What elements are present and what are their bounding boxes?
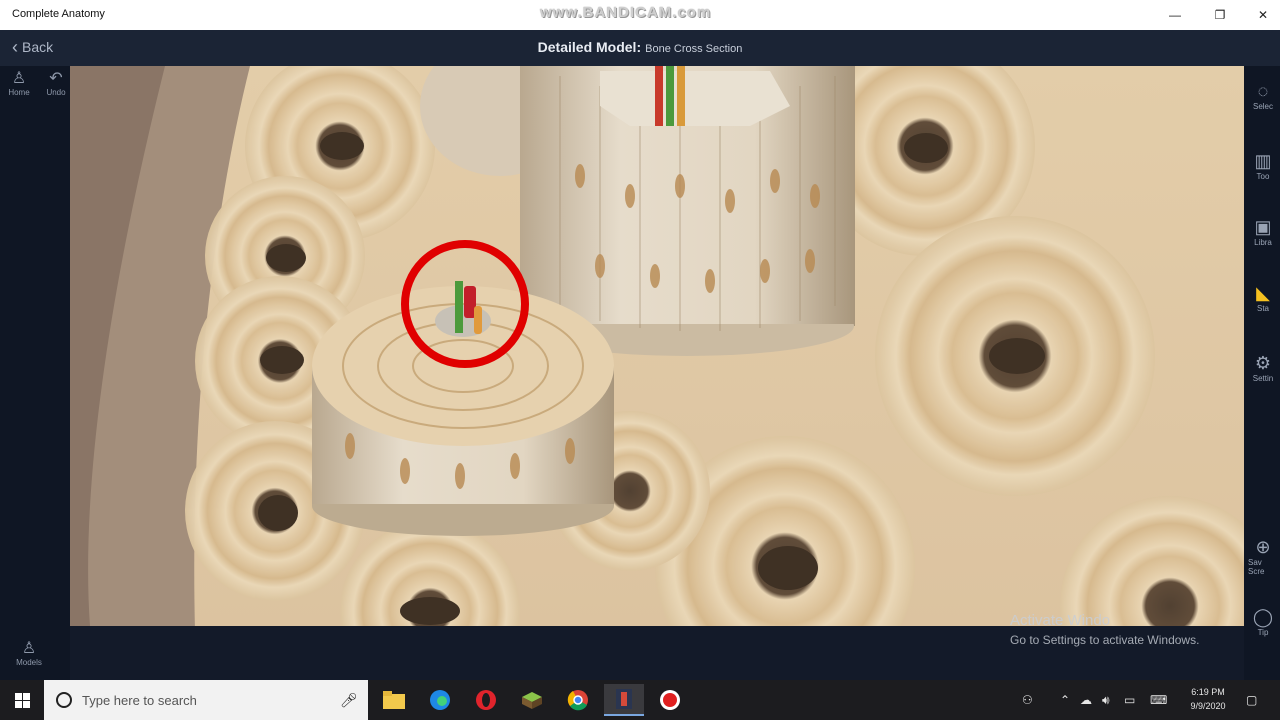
tips-label: Tip bbox=[1257, 628, 1269, 637]
taskbar: 🎤︎ ⚇ ⌃ ☁ 🔊︎ ▭ ⌨ 6:19 PM 9/9/2020 ▢ bbox=[0, 680, 1280, 720]
save-screen-icon: ⊕ bbox=[1255, 537, 1271, 557]
minimize-button[interactable]: — bbox=[1160, 4, 1190, 26]
activate-subtitle: Go to Settings to activate Windows. bbox=[1010, 633, 1200, 647]
stage-label: Sta bbox=[1256, 304, 1269, 313]
save-screen-label: Sav Scre bbox=[1248, 558, 1265, 576]
undo-icon: ↶ bbox=[49, 70, 63, 87]
undo-label: Undo bbox=[46, 88, 66, 97]
chrome-icon bbox=[567, 690, 588, 711]
edge-app[interactable] bbox=[420, 684, 460, 716]
bone-cross-section-render bbox=[70, 66, 1244, 680]
body-model-icon: ♙ bbox=[21, 640, 37, 657]
minimize-icon: — bbox=[1169, 8, 1181, 22]
settings-icon: ⚙ bbox=[1254, 353, 1272, 373]
tools-label: Too bbox=[1256, 172, 1270, 181]
person-icon: ♙ bbox=[11, 70, 27, 87]
chrome-app[interactable] bbox=[558, 684, 598, 716]
tools-icon: ▥ bbox=[1254, 151, 1272, 171]
window-title: Complete Anatomy bbox=[12, 8, 105, 20]
left-toolbar: ♙ Home ↶ Undo ♙ Models bbox=[0, 66, 70, 680]
onedrive-icon[interactable]: ☁ bbox=[1080, 680, 1092, 720]
chevron-up-icon[interactable]: ⌃ bbox=[1060, 680, 1070, 720]
home-button[interactable]: ♙ Home bbox=[4, 70, 34, 97]
restore-button[interactable]: ❐ bbox=[1205, 4, 1235, 26]
minecraft-app[interactable] bbox=[512, 684, 552, 716]
search-input[interactable] bbox=[82, 692, 332, 708]
opera-icon bbox=[476, 690, 496, 710]
record-icon bbox=[660, 690, 680, 710]
3d-viewport[interactable] bbox=[70, 66, 1244, 680]
close-button[interactable]: ✕ bbox=[1248, 4, 1278, 26]
select-label: Selec bbox=[1252, 102, 1273, 111]
volume-icon[interactable]: 🔊︎ bbox=[1102, 680, 1110, 720]
network-icon[interactable]: ▭ bbox=[1124, 680, 1135, 720]
restore-icon: ❐ bbox=[1214, 8, 1226, 22]
stage-icon: ◣ bbox=[1256, 283, 1270, 303]
library-button[interactable]: ▣ Libra bbox=[1248, 216, 1278, 247]
keyboard-icon[interactable]: ⌨ bbox=[1150, 680, 1167, 720]
page-title-main: Detailed Model: bbox=[537, 39, 642, 55]
app-header: ‹ Back Detailed Model: Bone Cross Section bbox=[0, 30, 1280, 66]
anatomy-app-icon bbox=[616, 689, 632, 709]
activate-windows-watermark: Activate Windo Go to Settings to activat… bbox=[1010, 612, 1199, 647]
tip-icon: ◯ bbox=[1252, 607, 1274, 627]
folder-icon bbox=[383, 691, 405, 709]
settings-label: Settin bbox=[1252, 374, 1274, 383]
settings-button[interactable]: ⚙ Settin bbox=[1248, 352, 1278, 383]
recording-watermark: www.BANDICAM.com bbox=[540, 4, 712, 21]
close-icon: ✕ bbox=[1257, 8, 1269, 22]
bandicam-app[interactable] bbox=[650, 684, 690, 716]
tips-button[interactable]: ◯ Tip bbox=[1248, 606, 1278, 637]
microphone-icon[interactable]: 🎤︎ bbox=[340, 692, 358, 709]
cortana-icon bbox=[56, 692, 72, 708]
complete-anatomy-app[interactable] bbox=[604, 684, 644, 716]
clock-time: 6:19 PM bbox=[1191, 687, 1225, 697]
grass-block-icon bbox=[522, 692, 542, 709]
save-screen-button[interactable]: ⊕ Sav Scre bbox=[1248, 536, 1278, 576]
edge-icon bbox=[430, 690, 450, 710]
right-toolbar: ◌ Selec ▥ Too ▣ Libra ◣ Sta ⚙ Settin ⊕ S… bbox=[1244, 66, 1280, 680]
opera-app[interactable] bbox=[466, 684, 506, 716]
people-icon[interactable]: ⚇ bbox=[1022, 680, 1033, 720]
library-icon: ▣ bbox=[1254, 217, 1272, 237]
page-title-sub: Bone Cross Section bbox=[645, 43, 743, 55]
home-label: Home bbox=[8, 88, 30, 97]
file-explorer-app[interactable] bbox=[374, 684, 414, 716]
system-clock[interactable]: 6:19 PM 9/9/2020 bbox=[1180, 685, 1236, 713]
stage-button[interactable]: ◣ Sta bbox=[1248, 282, 1278, 313]
undo-button[interactable]: ↶ Undo bbox=[42, 70, 70, 97]
short-osteon-cylinder bbox=[312, 281, 614, 536]
activate-title: Activate Windo bbox=[1010, 612, 1111, 629]
taskbar-search[interactable]: 🎤︎ bbox=[44, 680, 368, 720]
tools-button[interactable]: ▥ Too bbox=[1248, 150, 1278, 181]
select-button[interactable]: ◌ Selec bbox=[1248, 80, 1278, 111]
windows-logo-icon bbox=[14, 692, 30, 708]
models-button[interactable]: ♙ Models bbox=[14, 640, 44, 667]
page-title: Detailed Model: Bone Cross Section bbox=[0, 39, 1280, 55]
clock-date: 9/9/2020 bbox=[1190, 701, 1226, 711]
notifications-icon[interactable]: ▢ bbox=[1246, 680, 1257, 720]
select-icon: ◌ bbox=[1257, 81, 1269, 101]
window-title-bar: Complete Anatomy www.BANDICAM.com — ❐ ✕ bbox=[0, 0, 1280, 30]
library-label: Libra bbox=[1254, 238, 1272, 247]
models-label: Models bbox=[16, 658, 42, 667]
start-button[interactable] bbox=[0, 680, 44, 720]
